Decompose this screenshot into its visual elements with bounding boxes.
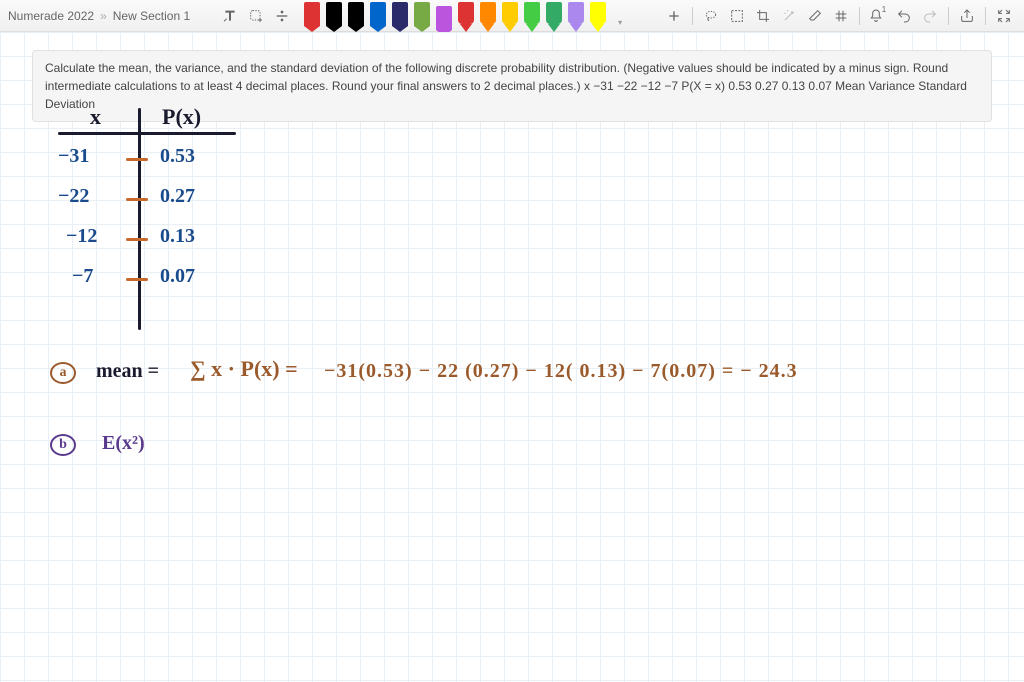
highlighter-13[interactable] [588,2,608,32]
table-header-underline [58,132,236,135]
divide-tool-button[interactable] [270,4,294,28]
table-row-x: −22 [58,185,89,208]
part-b-label: b [50,434,76,456]
table-header-px: P(x) [162,104,201,130]
highlighter-9[interactable] [500,2,520,32]
eraser-button[interactable] [803,4,827,28]
pen-dropdown-caret[interactable]: ▾ [618,18,622,27]
notification-button[interactable]: 1 [866,4,890,28]
top-toolbar: Numerade 2022 » New Section 1 ▾ 1 [0,0,1024,32]
add-shape-button[interactable] [244,4,268,28]
breadcrumb: Numerade 2022 » New Section 1 [8,9,190,23]
pen-5[interactable] [412,2,432,32]
highlighter-11[interactable] [544,2,564,32]
lasso-button[interactable] [699,4,723,28]
table-row-px: 0.07 [160,265,195,288]
magic-button[interactable] [777,4,801,28]
table-row-x: −31 [58,145,89,168]
pen-palette [302,0,608,32]
pen-0[interactable] [302,2,322,32]
redo-button[interactable] [918,4,942,28]
table-header-x: x [90,104,101,130]
pen-4[interactable] [390,2,410,32]
highlighter-12[interactable] [566,2,586,32]
pen-1[interactable] [324,2,344,32]
pen-6[interactable] [434,6,454,36]
table-row-px: 0.13 [160,225,195,248]
grid-toggle-button[interactable] [829,4,853,28]
highlighter-7[interactable] [456,2,476,32]
table-row-px: 0.27 [160,185,195,208]
table-row-tick [126,238,148,241]
table-row-x: −7 [72,265,93,288]
undo-button[interactable] [892,4,916,28]
text-tool-button[interactable] [218,4,242,28]
plus-button[interactable] [662,4,686,28]
table-row-px: 0.53 [160,145,195,168]
mean-lhs: mean = [96,360,159,383]
crop-button[interactable] [751,4,775,28]
table-vertical-divider [138,108,141,330]
table-row-x: −12 [66,225,97,248]
table-row-tick [126,158,148,161]
mean-expression: −31(0.53) − 22 (0.27) − 12( 0.13) − 7(0.… [324,360,798,383]
drawing-canvas[interactable]: Calculate the mean, the variance, and th… [0,32,1024,682]
pen-2[interactable] [346,2,366,32]
share-button[interactable] [955,4,979,28]
mean-sum-symbol: ∑ x · P(x) = [190,356,298,382]
collapse-button[interactable] [992,4,1016,28]
breadcrumb-app: Numerade 2022 [8,9,94,23]
breadcrumb-section: New Section 1 [113,9,190,23]
table-row-tick [126,198,148,201]
part-a-label: a [50,362,76,384]
highlighter-8[interactable] [478,2,498,32]
highlighter-10[interactable] [522,2,542,32]
select-rect-button[interactable] [725,4,749,28]
breadcrumb-separator: » [100,9,107,23]
pen-3[interactable] [368,2,388,32]
table-row-tick [126,278,148,281]
part-b-expression: E(x²) [102,432,145,455]
